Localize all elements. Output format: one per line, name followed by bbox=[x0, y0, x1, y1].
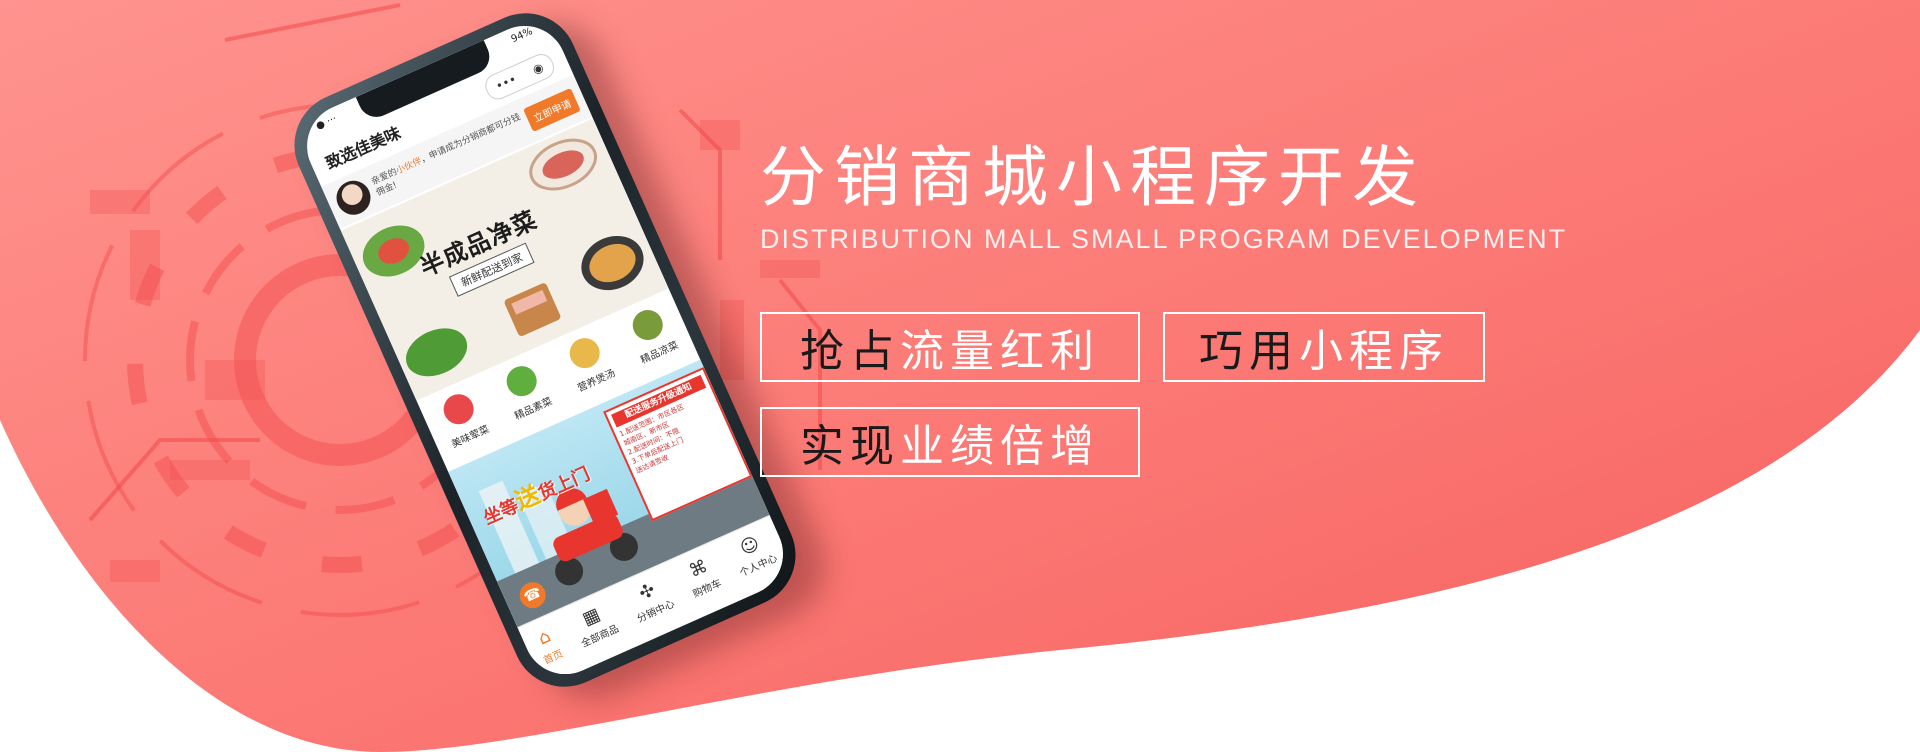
tab-profile[interactable]: ☺ 个人中心 bbox=[728, 529, 779, 580]
tag-text-dark: 实现 bbox=[800, 421, 900, 472]
tab-distribution-center[interactable]: ✣ 分销中心 bbox=[625, 575, 677, 625]
home-icon: ⌂ bbox=[535, 625, 555, 650]
category-item[interactable]: 美味荤菜 bbox=[425, 384, 501, 455]
page-subtitle: DISTRIBUTION MALL SMALL PROGRAM DEVELOPM… bbox=[760, 224, 1568, 254]
apply-now-button[interactable]: 立即申请 bbox=[522, 87, 581, 132]
tag-text-light: 小程序 bbox=[1299, 326, 1449, 377]
soup-icon bbox=[564, 333, 605, 374]
status-left: ● ··· bbox=[314, 113, 339, 133]
tag-double-performance: 实现 业绩倍增 bbox=[760, 407, 1140, 477]
tag-text-dark: 巧用 bbox=[1199, 326, 1299, 377]
tag-use-miniprogram: 巧用 小程序 bbox=[1163, 312, 1485, 382]
tab-all-products[interactable]: ▦ 全部商品 bbox=[569, 600, 621, 650]
cold-dish-icon bbox=[627, 305, 668, 346]
avatar bbox=[331, 175, 376, 221]
more-dots-icon[interactable]: ••• bbox=[494, 72, 519, 93]
vegetable-icon bbox=[501, 361, 542, 402]
tag-traffic-dividend: 抢占 流量红利 bbox=[760, 312, 1140, 382]
category-label: 美味荤菜 bbox=[450, 424, 492, 451]
tab-home[interactable]: ⌂ 首页 bbox=[532, 625, 565, 667]
tag-text-light: 业绩倍增 bbox=[900, 421, 1100, 472]
meat-dish-icon bbox=[438, 389, 478, 430]
category-item[interactable]: 精品素菜 bbox=[488, 355, 564, 426]
category-label: 精品凉菜 bbox=[639, 339, 681, 367]
banner: ● ··· 94% 致选佳美味 ••• ◉ 亲爱的小伙伴，申请成为分销商都可分钱… bbox=[0, 0, 1920, 752]
category-label: 营养煲汤 bbox=[576, 368, 618, 395]
tag-text-light: 流量红利 bbox=[900, 326, 1100, 377]
battery-status: 94% bbox=[509, 26, 535, 46]
category-item[interactable]: 营养煲汤 bbox=[551, 327, 627, 398]
record-icon[interactable]: ◉ bbox=[530, 60, 545, 77]
category-item[interactable]: 精品凉菜 bbox=[614, 299, 690, 370]
tab-cart[interactable]: ⌘ 购物车 bbox=[681, 554, 723, 600]
tag-text-dark: 抢占 bbox=[800, 326, 900, 377]
promo-text-highlight: 小伙伴 bbox=[394, 156, 424, 177]
category-label: 精品素菜 bbox=[513, 396, 555, 423]
page-title: 分销商城小程序开发 bbox=[760, 139, 1426, 216]
